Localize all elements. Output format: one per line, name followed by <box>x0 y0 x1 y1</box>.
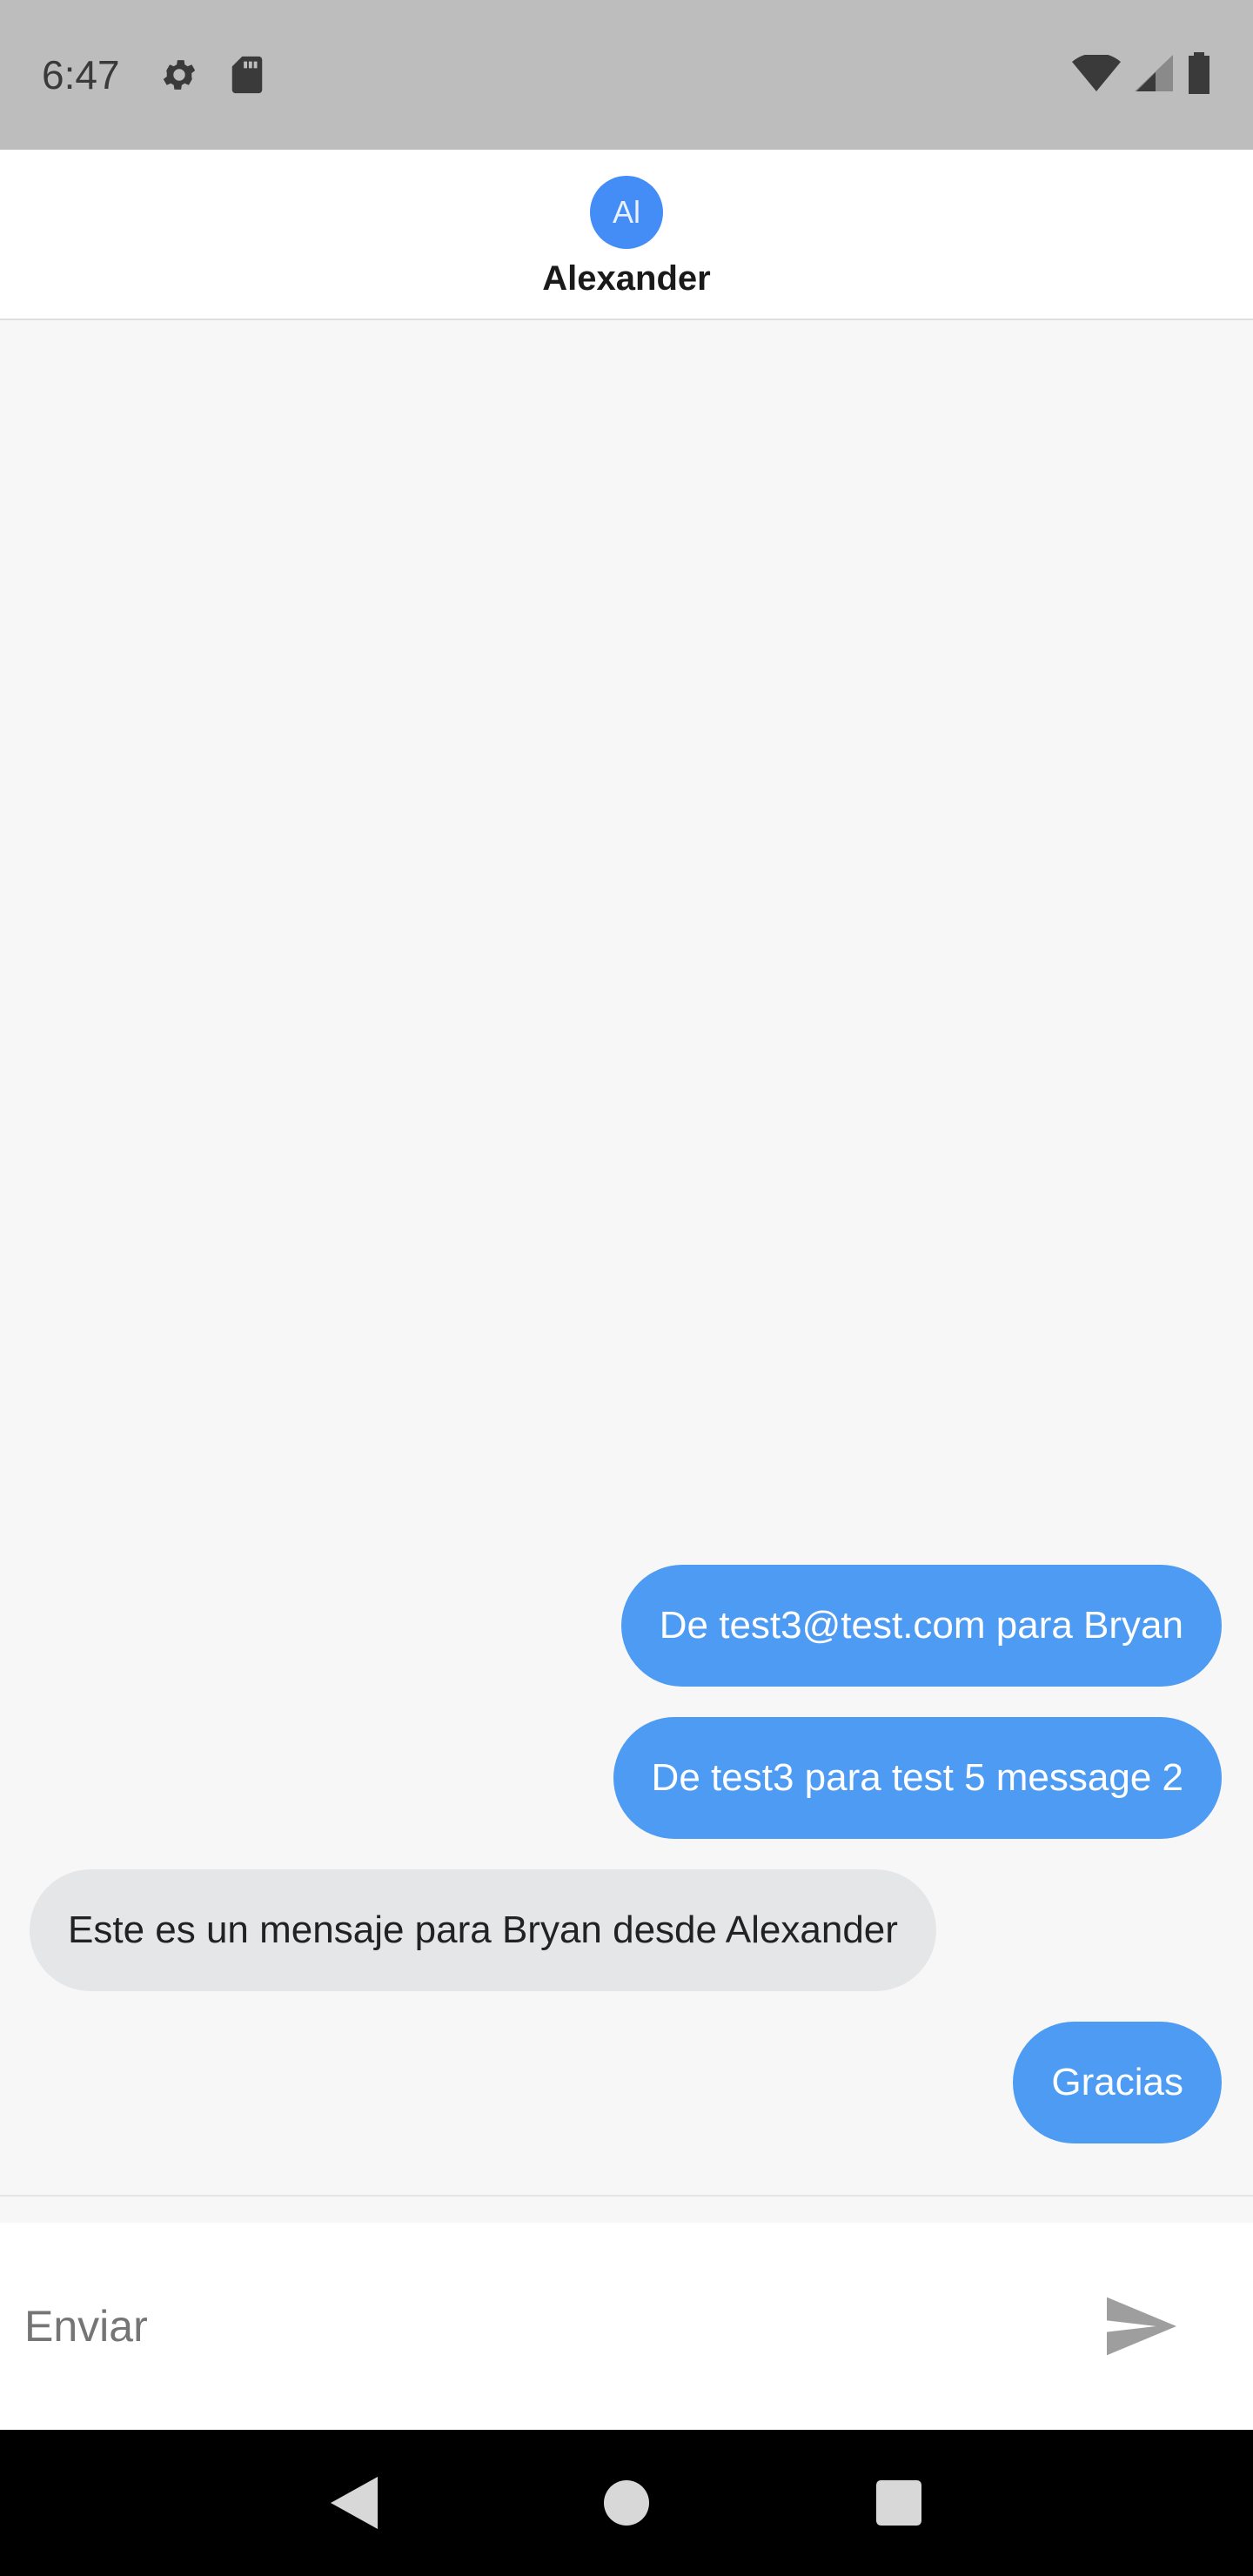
send-button[interactable] <box>1089 2274 1194 2378</box>
message-input[interactable] <box>24 2301 1089 2351</box>
message-bubble-received[interactable]: Este es un mensaje para Bryan desde Alex… <box>30 1869 936 1991</box>
status-right-icons <box>1072 51 1211 98</box>
sd-card-icon <box>223 50 271 99</box>
message-bubble-sent[interactable]: Gracias <box>1013 2022 1222 2143</box>
status-bar: 6:47 <box>0 0 1253 150</box>
compose-bar <box>0 2223 1253 2430</box>
wifi-icon <box>1072 52 1121 96</box>
message-bubble-sent[interactable]: De test3@test.com para Bryan <box>620 1565 1222 1687</box>
contact-name: Alexander <box>542 258 711 298</box>
gear-icon <box>155 50 204 99</box>
send-icon <box>1107 2297 1176 2356</box>
back-button[interactable] <box>315 2464 393 2542</box>
recents-icon <box>876 2480 922 2526</box>
status-time: 6:47 <box>42 52 120 97</box>
recents-button[interactable] <box>860 2464 938 2542</box>
battery-icon <box>1187 51 1211 98</box>
chat-header: Al Alexander <box>0 150 1253 320</box>
signal-icon <box>1135 54 1173 96</box>
message-list[interactable]: De test3@test.com para Bryan De test3 pa… <box>0 322 1253 2197</box>
back-icon <box>330 2477 378 2529</box>
home-icon <box>603 2480 649 2526</box>
navigation-bar <box>0 2430 1253 2576</box>
message-bubble-sent[interactable]: De test3 para test 5 message 2 <box>613 1717 1222 1839</box>
avatar[interactable]: Al <box>590 175 663 249</box>
home-button[interactable] <box>587 2464 666 2542</box>
